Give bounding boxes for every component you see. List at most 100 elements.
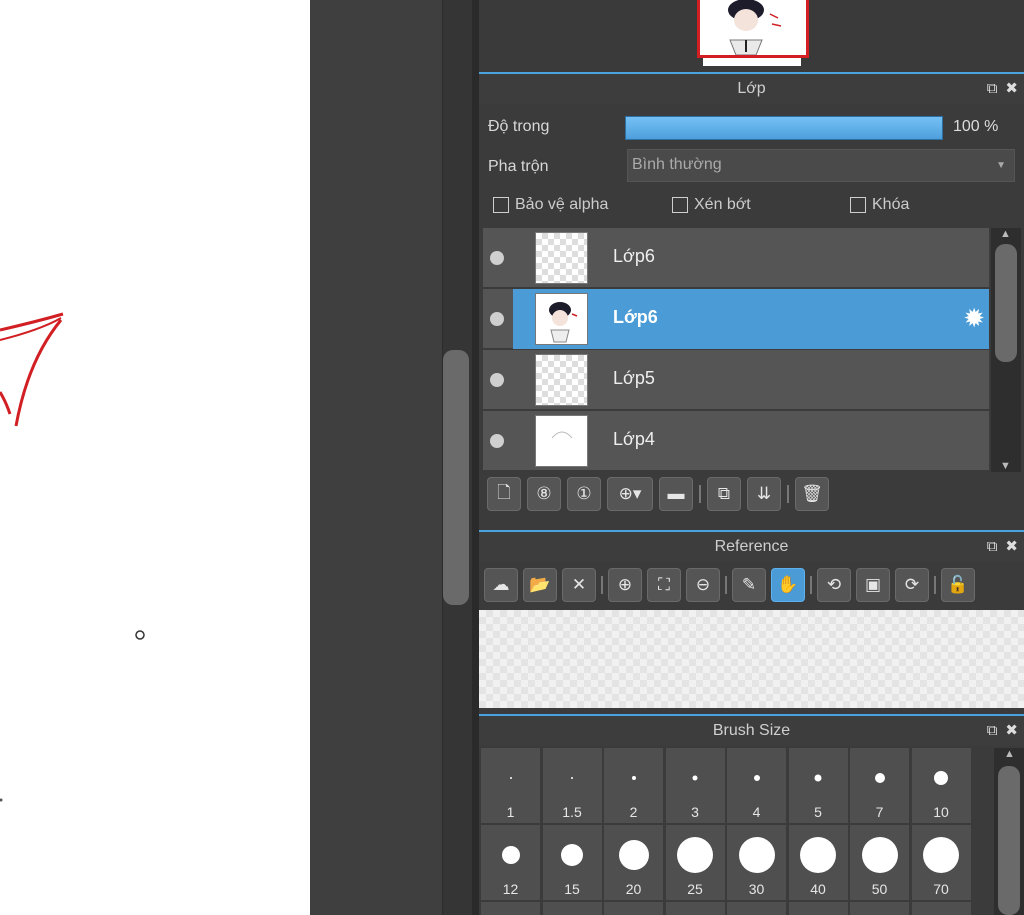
brush-size-cell[interactable]: 1 [481,748,540,823]
open-folder-icon[interactable]: 📂 [523,568,557,602]
brush-size-cell[interactable] [542,902,602,915]
brush-size-cell[interactable]: 70 [911,825,971,900]
visibility-toggle-icon[interactable] [490,434,504,448]
navigator-preview[interactable] [697,0,809,58]
brush-size-cell[interactable]: 12 [481,825,540,900]
layer-name: Lớp6 [613,246,655,266]
trash-icon[interactable]: 🗑 [795,477,829,511]
brush-size-value: 2 [629,804,638,820]
rotate-left-icon[interactable]: ⟲ [817,568,851,602]
toolbar-separator [810,576,812,594]
close-icon[interactable]: ✖ [1005,532,1018,562]
scroll-up-icon[interactable]: ▲ [1000,228,1011,240]
brush-size-cell[interactable] [727,902,786,915]
close-reference-icon[interactable]: ✕ [562,568,596,602]
lock-checkbox[interactable]: Khóa [850,196,909,214]
close-icon[interactable]: ✖ [1005,716,1018,746]
zoom-in-icon[interactable]: ⊕ [608,568,642,602]
fit-icon[interactable]: ⛶ [647,568,681,602]
brush-size-cell[interactable]: 3 [665,748,725,823]
brush-size-value: 1.5 [562,804,582,820]
undock-icon[interactable]: ⧉ [987,532,998,562]
lock-label: Khóa [872,196,910,213]
add-layer-dropdown-icon[interactable]: ⊕▾ [607,477,653,511]
clipping-checkbox[interactable]: Xén bớt [672,196,751,214]
visibility-toggle-icon[interactable] [490,373,504,387]
brush-size-panel: Brush Size ⧉ ✖ 1 1.5 2 3 4 5 7 10 12 15 20 25 30 40 50… [479,714,1024,915]
scroll-down-icon[interactable]: ▼ [1000,460,1011,472]
gear-icon[interactable]: ✹ [963,304,985,332]
brush-size-cell[interactable] [850,902,909,915]
brush-size-cell[interactable]: 20 [604,825,663,900]
brush-size-cell[interactable]: 1.5 [542,748,602,823]
brush-size-value: 7 [875,804,884,820]
layer-list-scrollbar[interactable]: ▲ ▼ [991,228,1021,472]
merge-down-icon[interactable]: ⇊ [747,477,781,511]
new-8bit-layer-icon[interactable]: ⑧ [527,477,561,511]
brush-size-cell[interactable]: 25 [665,825,725,900]
brush-dot-icon [934,771,948,785]
visibility-toggle-icon[interactable] [490,312,504,326]
panel-divider[interactable] [472,0,479,915]
brush-size-value: 3 [691,804,699,820]
blend-label: Pha trộn [488,158,549,175]
checkbox-box[interactable] [493,197,509,213]
hand-icon[interactable]: ✋ [771,568,805,602]
brush-size-cell[interactable]: 5 [788,748,848,823]
layer-row[interactable]: Lớp5 [483,350,989,410]
protect-alpha-checkbox[interactable]: Bảo vệ alpha [493,196,608,214]
new-1bit-layer-icon[interactable]: ① [567,477,601,511]
brush-size-cell[interactable]: 40 [788,825,848,900]
brush-size-cell[interactable] [665,902,725,915]
brush-size-cell[interactable]: 7 [850,748,909,823]
layer-list-scroll-thumb[interactable] [995,244,1017,362]
layer-name: Lớp6 [613,307,658,327]
brush-size-cell[interactable] [911,902,971,915]
reference-panel-title: Reference [714,538,789,555]
brush-size-scroll-thumb[interactable] [998,766,1020,915]
reference-toolbar: ☁ 📂 ✕ ⊕ ⛶ ⊖ ✎ ✋ ⟲ ▣ ⟳ 🔓 [484,568,975,602]
checkbox-box[interactable] [850,197,866,213]
brush-size-cell[interactable]: 50 [850,825,909,900]
brush-size-cell[interactable] [604,902,663,915]
brush-size-cell[interactable]: 30 [727,825,786,900]
scroll-up-icon[interactable]: ▲ [1004,748,1015,760]
reset-icon[interactable]: ▣ [856,568,890,602]
brush-size-value: 25 [687,881,703,897]
layer-name: Lớp4 [613,429,655,449]
duplicate-layer-icon[interactable]: ⧉ [707,477,741,511]
layer-row-selected[interactable]: Lớp6 ✹ [483,289,989,349]
brush-size-cell[interactable]: 4 [727,748,786,823]
checkbox-box[interactable] [672,197,688,213]
reference-canvas[interactable] [479,610,1024,708]
layer-panel-title: Lớp [737,80,766,97]
zoom-out-icon[interactable]: ⊖ [686,568,720,602]
blend-mode-select[interactable]: Bình thường ▼ [627,149,1015,182]
folder-icon[interactable]: ▬ [659,477,693,511]
new-layer-icon[interactable]: 🗋 [487,477,521,511]
opacity-slider[interactable] [625,116,943,140]
undock-icon[interactable]: ⧉ [987,74,998,104]
brush-dot-icon [677,837,713,873]
lock-icon[interactable]: 🔓 [941,568,975,602]
visibility-toggle-icon[interactable] [490,251,504,265]
close-icon[interactable]: ✖ [1005,74,1018,104]
brush-size-scrollbar[interactable]: ▲ [994,748,1024,915]
layer-row[interactable]: Lớp6 [483,228,989,288]
eyedropper-icon[interactable]: ✎ [732,568,766,602]
brush-size-cell[interactable] [481,902,540,915]
layer-row[interactable]: Lớp4 [483,411,989,471]
drawing-canvas[interactable] [0,0,310,915]
cloud-icon[interactable]: ☁ [484,568,518,602]
toolbar-separator [699,485,701,503]
brush-size-cell[interactable]: 10 [911,748,971,823]
brush-size-grid: 1 1.5 2 3 4 5 7 10 12 15 20 25 30 40 50 70 [481,748,971,915]
canvas-scrollbar-thumb[interactable] [443,350,469,605]
undock-icon[interactable]: ⧉ [987,716,998,746]
rotate-right-icon[interactable]: ⟳ [895,568,929,602]
brush-dot-icon [618,840,649,870]
brush-size-cell[interactable] [788,902,848,915]
brush-size-cell[interactable]: 15 [542,825,602,900]
brush-size-value: 15 [564,881,580,897]
brush-size-cell[interactable]: 2 [604,748,663,823]
